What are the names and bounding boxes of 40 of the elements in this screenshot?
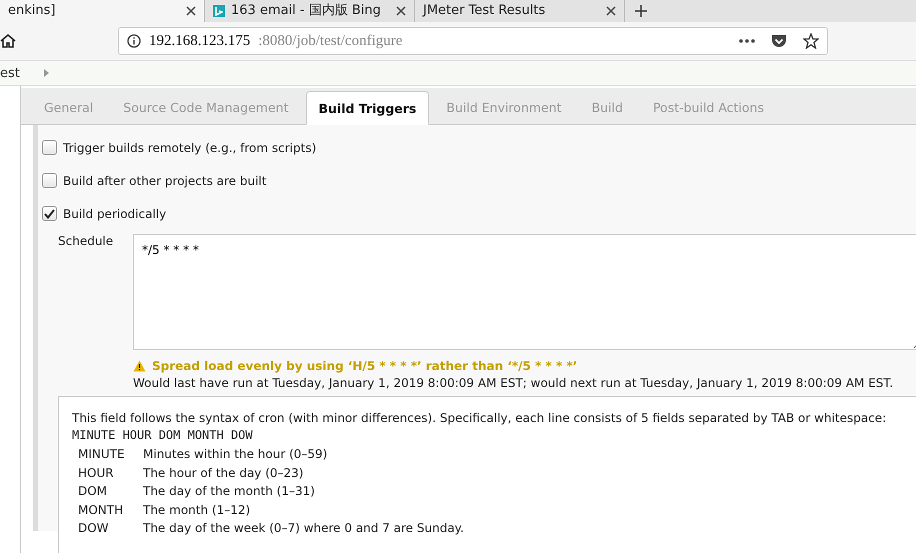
field-name: MONTH [78, 502, 124, 518]
close-icon[interactable] [186, 6, 196, 16]
checkbox[interactable] [42, 206, 57, 221]
home-icon[interactable] [0, 33, 16, 49]
field-description: The day of the week (0–7) where 0 and 7 are Sunday. [143, 520, 465, 537]
field-name: DOW [78, 520, 110, 537]
address-bar[interactable]: 192.168.123.175 :8080/job/test/configure [118, 27, 828, 55]
field-description: The day of the month (1–31) [143, 483, 316, 500]
close-icon[interactable] [396, 6, 406, 16]
checkbox[interactable] [42, 173, 57, 188]
bing-logo-icon [213, 5, 225, 17]
browser-tab[interactable]: enkins] [0, 0, 205, 22]
info-icon[interactable] [127, 34, 141, 48]
close-icon[interactable] [606, 6, 616, 16]
schedule-label: Schedule [58, 234, 114, 250]
field-description: Minutes within the hour (0–59) [143, 446, 328, 463]
field-name: HOUR [78, 464, 115, 482]
url-host: 192.168.123.175 [149, 32, 250, 50]
breadcrumb-item[interactable]: est [0, 66, 20, 80]
new-tab-icon[interactable] [635, 5, 647, 17]
warning-icon [133, 360, 146, 372]
config-tab[interactable]: Build Triggers [306, 91, 430, 125]
star-icon[interactable] [803, 33, 819, 49]
url-path: :8080/job/test/configure [258, 32, 404, 50]
more-icon[interactable] [739, 39, 755, 43]
checkbox-label[interactable]: Build after other projects are built [63, 174, 266, 188]
field-description: The hour of the day (0–23) [143, 464, 304, 482]
checkbox[interactable] [42, 140, 57, 155]
field-name: MINUTE [78, 446, 126, 463]
schedule-field[interactable]: */5 * * * * [133, 234, 916, 350]
caret-icon[interactable] [44, 69, 49, 77]
checkbox-label[interactable]: Build periodically [63, 206, 166, 220]
cron-format-text: MINUTE HOUR DOM MONTH DOW [72, 428, 254, 442]
run-info-text: Would last have run at Tuesday, January 1, 2019 8:00:09 AM EST; would next run at Tuesday, January 1, 2019 8:00:09 AM EST. [133, 376, 894, 390]
warning-text: Spread load evenly by using ‘H/5 * * * *’ rather than ‘*/5 * * * *’ [152, 359, 578, 373]
pocket-icon[interactable] [771, 34, 787, 48]
checkbox-label[interactable]: Trigger builds remotely (e.g., from scripts) [63, 140, 316, 154]
field-description: The month (1–12) [143, 502, 252, 518]
field-name: DOM [78, 483, 108, 500]
help-text: This field follows the syntax of cron (with minor differences). Specifically, each line consists of 5 fields separated by TAB or whitespace: [72, 411, 888, 425]
